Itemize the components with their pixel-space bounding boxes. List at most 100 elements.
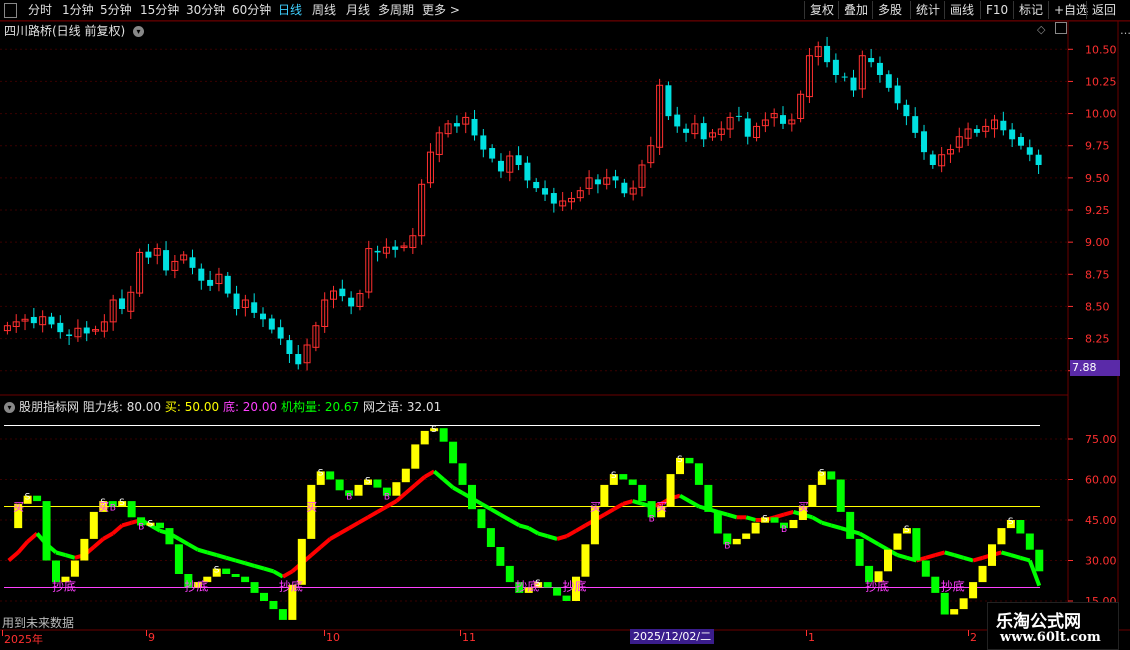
candle-body bbox=[145, 251, 152, 258]
sell-mark: S bbox=[535, 579, 541, 589]
y-tick-label: 9.00 bbox=[1085, 236, 1110, 249]
inst-segment bbox=[556, 534, 568, 541]
inst-segment bbox=[442, 477, 455, 490]
inst-segment bbox=[972, 555, 984, 563]
chart-canvas[interactable]: 10.50 10.25 10.00 9.75 9.50 9.25 9.00 8.75 8.50 8… bbox=[0, 0, 1130, 650]
net-bar bbox=[959, 598, 968, 610]
net-bar bbox=[893, 533, 902, 550]
net-bar bbox=[1035, 549, 1044, 572]
ind-y-tick-label: 30.00 bbox=[1085, 555, 1117, 568]
net-bar bbox=[80, 538, 89, 561]
inst-segment bbox=[1000, 550, 1012, 558]
candle-body bbox=[921, 131, 928, 153]
inst-segment bbox=[216, 553, 227, 560]
buy-signal: 买 bbox=[798, 501, 809, 514]
candle-body bbox=[700, 123, 707, 140]
inst-segment bbox=[603, 507, 615, 517]
bottom-signal: 抄底 bbox=[52, 579, 76, 594]
sell-mark: S bbox=[119, 498, 125, 508]
x-axis-label-3: 11 bbox=[462, 631, 476, 644]
inst-segment bbox=[225, 555, 237, 563]
inst-segment bbox=[622, 499, 634, 506]
net-bar bbox=[562, 595, 571, 601]
candle-body bbox=[894, 85, 901, 104]
candle-body bbox=[850, 77, 857, 91]
net-bar bbox=[704, 484, 713, 512]
net-bar bbox=[269, 601, 278, 610]
candle-body bbox=[674, 114, 681, 127]
net-bar bbox=[969, 582, 978, 599]
bottom-signal: 抄底 bbox=[941, 579, 965, 594]
inst-segment bbox=[830, 523, 842, 531]
buy-signal: 买 bbox=[98, 501, 109, 514]
candle-body bbox=[841, 76, 848, 78]
net-bar bbox=[33, 495, 42, 502]
candle-body bbox=[497, 160, 504, 172]
net-bar bbox=[553, 587, 562, 596]
candle-body bbox=[550, 193, 557, 204]
net-bar bbox=[628, 479, 637, 485]
net-bar bbox=[326, 471, 335, 480]
x-axis-tick bbox=[460, 630, 461, 636]
net-bar bbox=[685, 457, 694, 464]
net-bar bbox=[70, 560, 79, 577]
net-bar bbox=[694, 463, 703, 485]
candle-body bbox=[66, 334, 73, 336]
inst-segment bbox=[537, 531, 549, 539]
inst-segment bbox=[783, 509, 795, 517]
candle-body bbox=[189, 257, 196, 268]
sell-mark: S bbox=[1008, 517, 1014, 527]
x-axis-label-1: 9 bbox=[148, 631, 155, 644]
net-bar bbox=[505, 565, 514, 583]
candle-body bbox=[973, 129, 980, 133]
net-bar bbox=[950, 609, 959, 615]
inst-segment bbox=[413, 475, 427, 487]
net-bar bbox=[231, 574, 240, 577]
price-tag: 7.88 bbox=[1070, 360, 1120, 376]
net-bar bbox=[354, 484, 363, 496]
net-bar bbox=[1025, 533, 1034, 550]
inst-segment bbox=[679, 493, 691, 503]
candle-body bbox=[665, 85, 672, 117]
net-bar bbox=[156, 522, 164, 529]
inst-segment bbox=[55, 550, 67, 558]
candle-body bbox=[612, 176, 619, 181]
inst-segment bbox=[348, 520, 360, 530]
net-bar bbox=[732, 538, 741, 545]
x-axis-tick bbox=[324, 630, 325, 636]
candle-body bbox=[268, 318, 275, 330]
candle-body bbox=[1017, 136, 1024, 146]
candle-body bbox=[198, 268, 205, 281]
net-bar bbox=[931, 576, 940, 593]
x-axis-tick bbox=[806, 630, 807, 636]
inst-segment bbox=[688, 499, 700, 509]
y-tick-label: 9.75 bbox=[1085, 140, 1110, 153]
inst-segment bbox=[547, 534, 558, 541]
cursor-date: 2025/12/02/二 bbox=[630, 629, 715, 644]
net-bar bbox=[278, 609, 287, 620]
net-bar bbox=[581, 544, 590, 577]
net-bar bbox=[165, 528, 174, 545]
inst-segment bbox=[423, 469, 436, 479]
candle-body bbox=[295, 354, 302, 365]
candle-body bbox=[1009, 129, 1016, 140]
net-bar bbox=[808, 484, 817, 507]
x-axis-label-5: 2 bbox=[970, 631, 977, 644]
net-bar bbox=[127, 501, 136, 518]
y-tick-label: 8.75 bbox=[1085, 268, 1110, 281]
net-bar bbox=[89, 511, 98, 539]
bottom-signal: 抄底 bbox=[184, 579, 208, 594]
sell-mark: S bbox=[762, 514, 768, 524]
inst-segment bbox=[404, 483, 417, 495]
buy-signal: 买 bbox=[590, 501, 601, 514]
ind-y-tick-label: 75.00 bbox=[1085, 433, 1117, 446]
buy-b-mark: B bbox=[346, 493, 352, 503]
inst-segment bbox=[1010, 553, 1021, 560]
net-bar bbox=[846, 511, 855, 539]
net-bar bbox=[241, 576, 250, 583]
candle-body bbox=[621, 182, 628, 194]
net-bar bbox=[1016, 520, 1025, 534]
candle-body bbox=[524, 162, 531, 181]
net-bar bbox=[997, 528, 1006, 545]
inst-segment bbox=[726, 512, 738, 520]
